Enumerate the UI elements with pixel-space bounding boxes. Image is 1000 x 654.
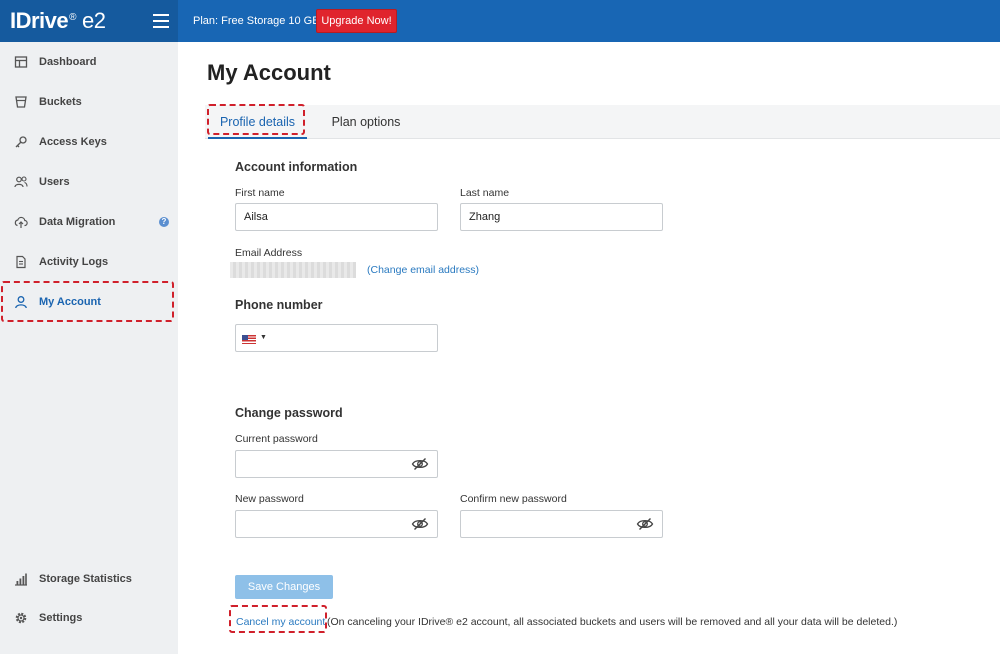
sidebar-item-settings[interactable]: Settings <box>0 598 178 638</box>
dashboard-icon <box>14 55 28 69</box>
sidebar-item-access-keys[interactable]: Access Keys <box>0 122 178 162</box>
first-name-label: First name <box>235 187 285 199</box>
email-value-redacted <box>230 262 356 278</box>
page-title: My Account <box>207 60 331 85</box>
user-icon <box>14 295 28 309</box>
sidebar-item-data-migration[interactable]: Data Migration <box>0 202 178 242</box>
change-email-link[interactable]: (Change email address) <box>367 264 479 276</box>
users-icon <box>14 175 28 189</box>
sidebar-item-label: Dashboard <box>39 56 97 68</box>
top-bar: Plan: Free Storage 10 GB Upgrade Now! <box>178 0 1000 42</box>
change-password-heading: Change password <box>235 406 343 420</box>
sidebar-item-my-account[interactable]: My Account <box>0 282 178 322</box>
logo-bar: IDrive® e2 <box>0 0 178 42</box>
confirm-password-label: Confirm new password <box>460 493 567 505</box>
key-icon <box>14 135 28 149</box>
eye-slash-icon[interactable] <box>636 517 654 531</box>
new-password-label: New password <box>235 493 304 505</box>
sidebar-item-dashboard[interactable]: Dashboard <box>0 42 178 82</box>
account-information-heading: Account information <box>235 160 358 174</box>
us-flag-icon[interactable] <box>242 335 256 344</box>
first-name-input[interactable]: Ailsa <box>235 203 438 231</box>
phone-number-heading: Phone number <box>235 298 323 312</box>
current-password-input[interactable] <box>235 450 438 478</box>
email-label: Email Address <box>235 247 303 259</box>
cancel-account-note: (On canceling your IDrive® e2 account, a… <box>327 616 898 628</box>
current-password-label: Current password <box>235 433 318 445</box>
upgrade-now-button[interactable]: Upgrade Now! <box>316 9 397 33</box>
document-icon <box>14 255 28 269</box>
sidebar-item-activity-logs[interactable]: Activity Logs <box>0 242 178 282</box>
eye-slash-icon[interactable] <box>411 457 429 471</box>
new-password-input[interactable] <box>235 510 438 538</box>
last-name-input[interactable]: Zhang <box>460 203 663 231</box>
cloud-migration-icon <box>14 215 28 229</box>
tab-profile-details[interactable]: Profile details <box>208 105 307 139</box>
sidebar-item-label: My Account <box>39 296 101 308</box>
sidebar-item-label: Storage Statistics <box>39 573 132 585</box>
eye-slash-icon[interactable] <box>411 517 429 531</box>
sidebar-item-label: Data Migration <box>39 216 116 228</box>
last-name-label: Last name <box>460 187 510 199</box>
bucket-icon <box>14 95 28 109</box>
sidebar-item-buckets[interactable]: Buckets <box>0 82 178 122</box>
gear-icon <box>14 611 28 625</box>
confirm-password-input[interactable] <box>460 510 663 538</box>
sidebar: IDrive® e2 Dashboard Buckets Access Keys … <box>0 0 178 654</box>
menu-icon[interactable] <box>153 14 169 28</box>
bar-chart-icon <box>14 572 28 586</box>
sidebar-item-label: Access Keys <box>39 136 107 148</box>
tab-bar: Profile details Plan options <box>205 105 1000 139</box>
sidebar-item-label: Users <box>39 176 70 188</box>
caret-down-icon[interactable]: ▼ <box>260 334 267 341</box>
tab-plan-options[interactable]: Plan options <box>327 105 405 139</box>
sidebar-item-storage-statistics[interactable]: Storage Statistics <box>0 559 178 599</box>
sidebar-item-label: Activity Logs <box>39 256 109 268</box>
sidebar-item-label: Settings <box>39 612 83 624</box>
plan-label: Plan: Free Storage 10 GB <box>193 15 320 27</box>
save-changes-button[interactable]: Save Changes <box>235 575 333 599</box>
sidebar-item-label: Buckets <box>39 96 82 108</box>
cancel-account-link[interactable]: Cancel my account <box>236 616 325 628</box>
help-icon[interactable]: ? <box>159 217 169 227</box>
idrive-logo[interactable]: IDrive® e2 <box>10 8 106 34</box>
sidebar-item-users[interactable]: Users <box>0 162 178 202</box>
